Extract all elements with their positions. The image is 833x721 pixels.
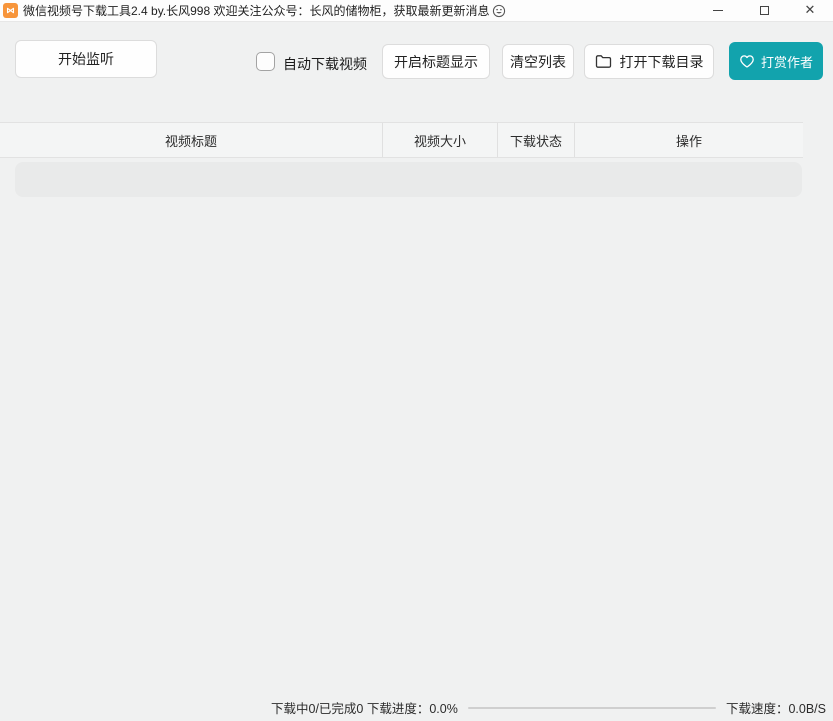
heart-icon: [739, 54, 755, 69]
maximize-button[interactable]: [741, 0, 787, 22]
progress-line: [467, 706, 716, 709]
download-stats-text: 下载中0/已完成0 下载进度：0.0%: [271, 702, 458, 716]
folder-icon: [595, 54, 612, 69]
open-dir-label: 打开下载目录: [619, 53, 704, 70]
wechat-channels-icon: [6, 7, 15, 14]
show-title-label: 开启标题显示: [394, 53, 478, 70]
show-title-button[interactable]: 开启标题显示: [382, 44, 490, 79]
app-window: 微信视频号下载工具2.4 by.长风998 欢迎关注公众号：长风的储物柜，获取最…: [0, 0, 833, 721]
column-header-video-title: 视频标题: [164, 133, 217, 149]
app-icon: [3, 3, 18, 18]
clear-list-button[interactable]: 清空列表: [502, 44, 574, 79]
minimize-button[interactable]: [695, 0, 741, 22]
column-header-action: 操作: [574, 123, 803, 157]
smiley-emoji-icon: [492, 4, 506, 18]
window-title: 微信视频号下载工具2.4 by.长风998 欢迎关注公众号：长风的储物柜，获取最…: [23, 4, 490, 18]
empty-table-row: [15, 162, 802, 197]
column-header-video-size: 视频大小: [382, 123, 497, 157]
open-download-dir-button[interactable]: 打开下载目录: [584, 44, 714, 79]
statusbar: 下载中0/已完成0 下载进度：0.0% 下载速度：0.0B/S: [0, 694, 833, 721]
video-table-header: 视频标题 视频大小 下载状态 操作: [0, 122, 803, 158]
donate-label: 打赏作者: [760, 54, 813, 70]
download-speed-text: 下载速度：0.0B/S: [725, 702, 826, 716]
start-listen-button[interactable]: 开始监听: [15, 40, 157, 78]
start-listen-label: 开始监听: [58, 51, 114, 67]
auto-download-label: 自动下载视频: [283, 56, 367, 72]
close-icon: ✕: [804, 3, 816, 18]
auto-download-checkbox[interactable]: [256, 52, 275, 71]
donate-button[interactable]: 打赏作者: [729, 42, 823, 80]
maximize-icon: [759, 6, 769, 15]
titlebar: 微信视频号下载工具2.4 by.长风998 欢迎关注公众号：长风的储物柜，获取最…: [0, 0, 833, 22]
column-header-download-status: 下载状态: [497, 123, 574, 157]
close-button[interactable]: ✕: [787, 0, 833, 22]
window-controls: ✕: [695, 0, 833, 22]
clear-list-label: 清空列表: [510, 53, 566, 70]
minimize-icon: [713, 10, 723, 11]
